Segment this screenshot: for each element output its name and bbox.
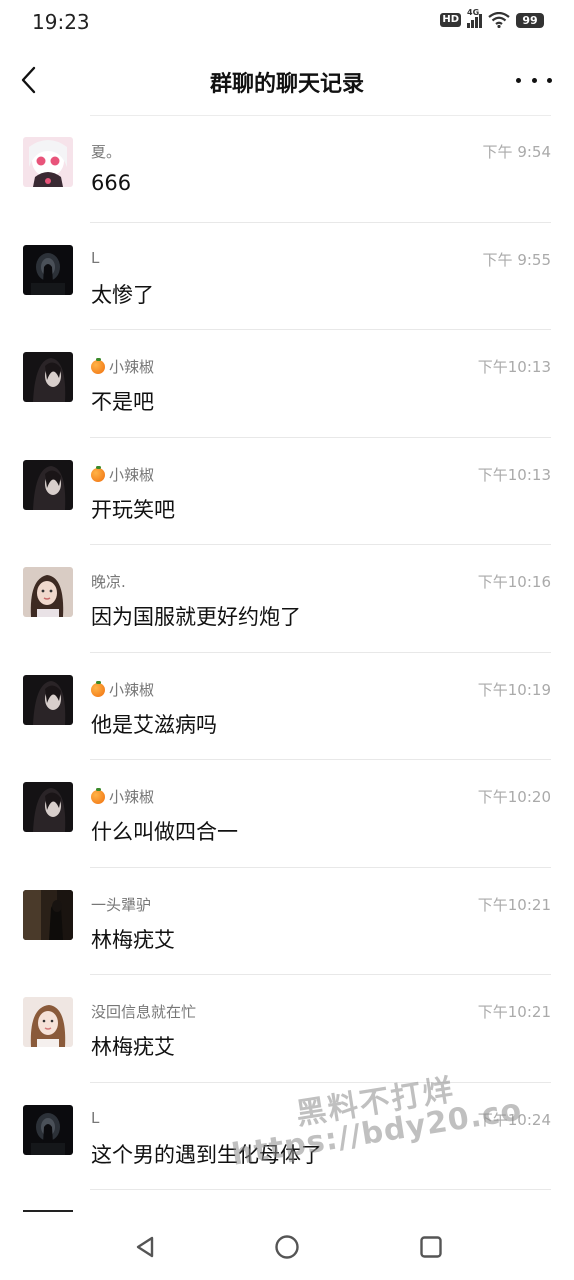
sender-name-text: L	[91, 1108, 100, 1127]
message-text: 这个男的遇到生化母体了	[91, 1142, 322, 1167]
sender-name: L	[91, 249, 99, 267]
sender-name-text: 没回信息就在忙	[91, 1003, 197, 1021]
system-back-button[interactable]	[130, 1232, 160, 1262]
signal-icon: 4G	[467, 8, 482, 28]
more-dot-icon	[516, 77, 521, 83]
sender-name: 小辣椒	[91, 679, 154, 700]
message-text: 什么叫做四合一	[91, 820, 238, 844]
orange-emoji-icon	[91, 358, 105, 374]
message-text: 不是吧	[91, 390, 154, 414]
sender-name: 小辣椒	[91, 464, 154, 485]
sender-name: 夏。	[91, 141, 121, 162]
sender-name-text: L	[91, 248, 100, 267]
circle-home-icon	[275, 1235, 299, 1259]
girl-light-avatar[interactable]	[23, 997, 73, 1047]
system-nav-bar	[0, 1212, 574, 1280]
message-item[interactable]: 小辣椒 下午10:20 什么叫做四合一	[0, 760, 574, 868]
message-time: 下午10:20	[477, 788, 551, 806]
more-dot-icon	[547, 77, 552, 83]
dark-tunnel-avatar[interactable]	[23, 244, 73, 295]
sender-name-text: 小辣椒	[109, 465, 155, 484]
message-item[interactable]: 晚凉. 下午10:16 因为国服就更好约炮了	[0, 545, 574, 653]
message-text: 他是艾滋病吗	[91, 712, 217, 737]
dark-tunnel-avatar[interactable]	[23, 1104, 73, 1155]
status-bar: 19:23 HD 4G 99	[0, 0, 574, 44]
message-item[interactable]: 一头犟驴 下午10:21 林梅疣艾	[0, 868, 574, 975]
sender-name-text: 小辣椒	[109, 788, 155, 806]
message-time: 下午 9:54	[482, 143, 551, 161]
orange-emoji-icon	[91, 680, 105, 697]
dark-room-avatar[interactable]	[23, 889, 73, 940]
sender-name-text: 小辣椒	[109, 680, 155, 699]
message-text: 开玩笑吧	[91, 497, 175, 522]
sender-name-text: 晚凉.	[91, 573, 126, 591]
message-time: 下午10:19	[477, 680, 551, 699]
message-time: 下午10:13	[477, 465, 551, 484]
orange-emoji-icon	[91, 788, 105, 804]
message-time: 下午10:16	[477, 573, 551, 591]
message-time: 下午10:21	[477, 895, 551, 914]
sender-name: 小辣椒	[91, 356, 154, 377]
dark-portrait-avatar[interactable]	[23, 674, 73, 725]
sender-name-text: 夏。	[91, 143, 122, 161]
sender-name: 小辣椒	[91, 786, 154, 807]
dark-portrait-avatar[interactable]	[23, 782, 73, 832]
sender-name-text: 小辣椒	[109, 358, 155, 376]
girl-photo-avatar[interactable]	[23, 567, 73, 617]
status-icons: HD 4G 99	[440, 8, 544, 28]
sender-name: 没回信息就在忙	[91, 1001, 196, 1022]
message-divider	[90, 1189, 551, 1190]
message-text: 林梅疣艾	[91, 927, 175, 952]
nav-header: 群聊的聊天记录	[0, 44, 574, 116]
anime-avatar[interactable]	[23, 137, 73, 187]
sender-name: 晚凉.	[91, 571, 126, 592]
battery-icon: 99	[516, 12, 544, 28]
status-time: 19:23	[32, 10, 90, 34]
sender-name: 一头犟驴	[91, 894, 151, 915]
system-recents-button[interactable]	[416, 1232, 446, 1262]
message-text: 林梅疣艾	[91, 1035, 175, 1059]
message-item[interactable]: L 下午10:24 这个男的遇到生化母体了	[0, 1083, 574, 1190]
message-time: 下午10:21	[477, 1003, 551, 1021]
message-item[interactable]: 小辣椒 下午10:13 不是吧	[0, 330, 574, 438]
system-home-button[interactable]	[272, 1232, 302, 1262]
page-title: 群聊的聊天记录	[209, 72, 364, 97]
message-time: 下午 9:55	[482, 250, 551, 269]
more-dot-icon	[531, 77, 537, 83]
message-text: 666	[91, 171, 132, 195]
message-list[interactable]: 夏。 下午 9:54 666 L 下午 9:55 太惨了 小辣椒 下午10:13 不是吧 小辣椒下…	[0, 115, 574, 1190]
message-item[interactable]: L 下午 9:55 太惨了	[0, 223, 574, 330]
dark-portrait-avatar[interactable]	[23, 459, 73, 510]
message-item[interactable]: 没回信息就在忙 下午10:21 林梅疣艾	[0, 975, 574, 1083]
message-text: 因为国服就更好约炮了	[91, 605, 301, 629]
message-item[interactable]: 小辣椒 下午10:19 他是艾滋病吗	[0, 653, 574, 760]
message-text: 太惨了	[91, 282, 154, 307]
message-time: 下午10:13	[477, 358, 551, 376]
message-time: 下午10:24	[477, 1110, 551, 1129]
message-item[interactable]: 小辣椒 下午10:13 开玩笑吧	[0, 438, 574, 545]
hd-icon: HD	[440, 13, 461, 27]
wifi-icon	[488, 12, 510, 28]
message-item[interactable]: 夏。 下午 9:54 666	[0, 115, 574, 223]
dark-portrait-avatar[interactable]	[23, 352, 73, 402]
triangle-back-icon	[136, 1236, 154, 1258]
sender-name-text: 一头犟驴	[91, 895, 152, 914]
more-button[interactable]	[516, 72, 552, 88]
orange-emoji-icon	[91, 465, 105, 482]
square-recents-icon	[420, 1236, 442, 1258]
sender-name: L	[91, 1109, 99, 1127]
